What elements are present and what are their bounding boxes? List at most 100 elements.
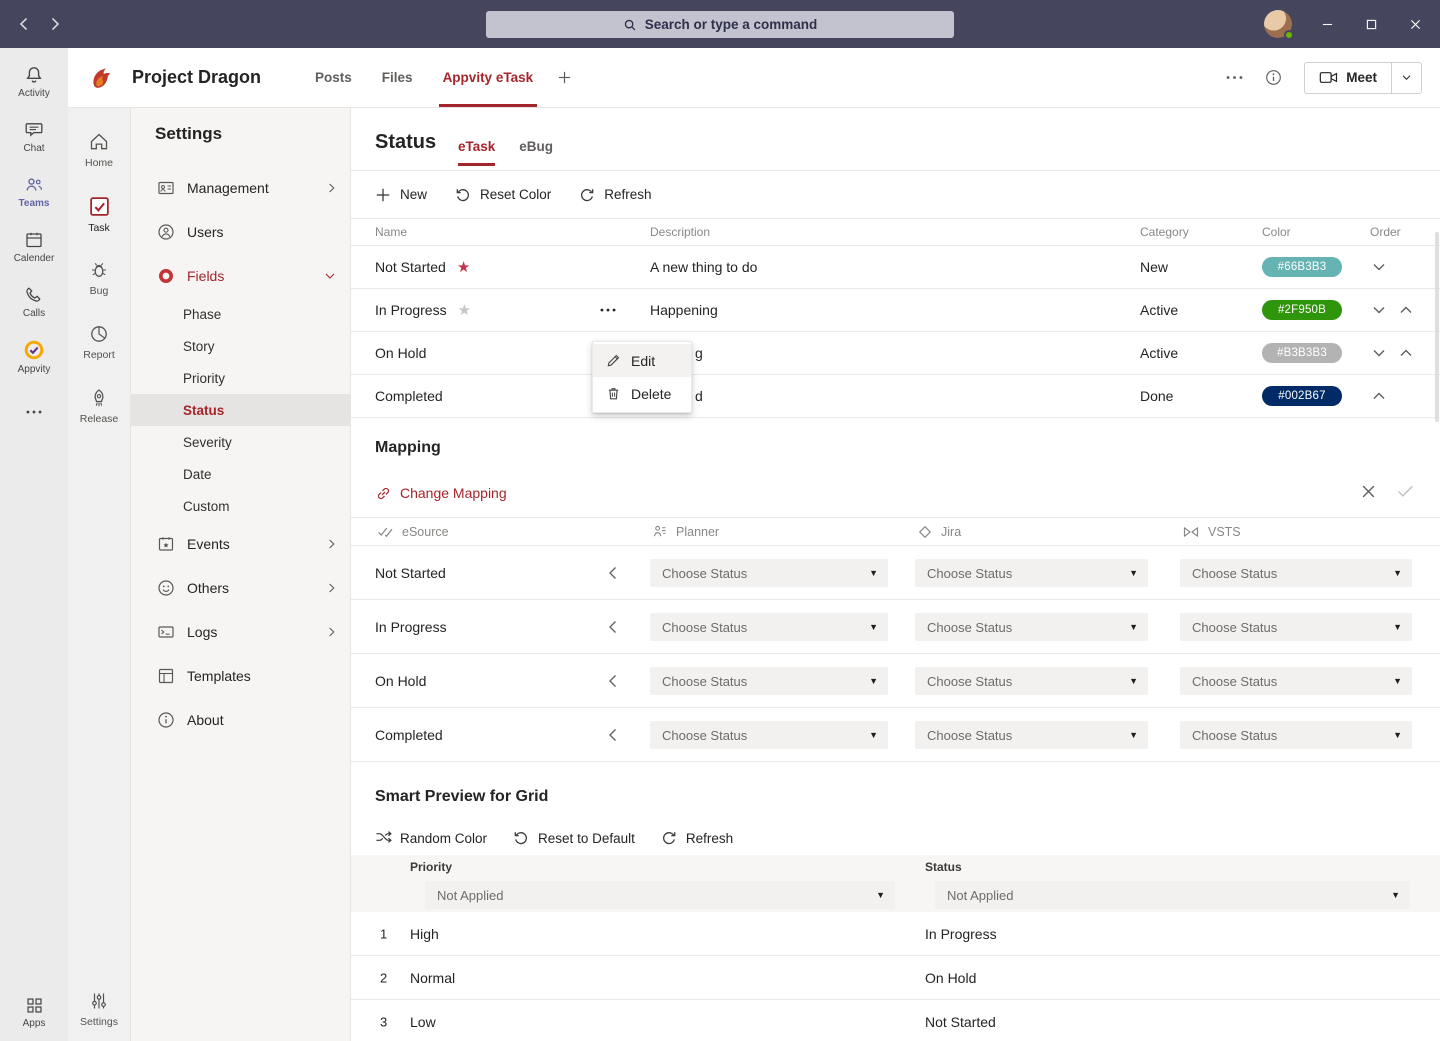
collapse-left-icon[interactable]: [608, 566, 617, 580]
module-item-task[interactable]: Task: [68, 182, 130, 246]
planner-status-dropdown[interactable]: Choose Status▼: [650, 667, 888, 695]
tab-files[interactable]: Files: [382, 48, 413, 107]
status-row-not-started[interactable]: Not Started ★ A new thing to do New #66B…: [351, 246, 1440, 289]
settings-subitem-custom[interactable]: Custom: [131, 490, 350, 522]
minimize-button[interactable]: [1318, 15, 1336, 33]
settings-subitem-date[interactable]: Date: [131, 458, 350, 490]
change-mapping-link[interactable]: Change Mapping: [375, 476, 507, 510]
user-avatar[interactable]: [1264, 10, 1292, 38]
reset-color-button[interactable]: Reset Color: [455, 187, 551, 203]
tab-etask[interactable]: eTask: [458, 108, 495, 170]
vsts-status-dropdown[interactable]: Choose Status▼: [1180, 667, 1412, 695]
rail-item-appvity[interactable]: Appvity: [0, 329, 68, 384]
rail-item-calls[interactable]: Calls: [0, 274, 68, 329]
order-up-icon[interactable]: [1399, 305, 1413, 315]
jira-status-dropdown[interactable]: Choose Status▼: [915, 559, 1148, 587]
more-options-icon[interactable]: [1226, 75, 1243, 80]
rail-item-more[interactable]: [0, 384, 68, 439]
meet-button[interactable]: Meet: [1305, 63, 1391, 93]
settings-item-others[interactable]: Others: [131, 566, 350, 610]
vsts-status-dropdown[interactable]: Choose Status▼: [1180, 559, 1412, 587]
settings-subitem-phase[interactable]: Phase: [131, 298, 350, 330]
status-row-on-hold[interactable]: On Hold g Active #B3B3B3: [351, 332, 1440, 375]
refresh-icon: [661, 830, 677, 846]
settings-subitem-status[interactable]: Status: [131, 394, 350, 426]
confirm-mapping-icon[interactable]: [1397, 484, 1415, 502]
rail-item-chat[interactable]: Chat: [0, 109, 68, 164]
module-item-release[interactable]: Release: [68, 374, 130, 438]
preview-row[interactable]: 3 Low Not Started: [351, 1000, 1440, 1041]
star-icon[interactable]: ★: [458, 303, 471, 318]
tab-posts[interactable]: Posts: [315, 48, 352, 107]
collapse-left-icon[interactable]: [608, 620, 617, 634]
settings-subitem-priority[interactable]: Priority: [131, 362, 350, 394]
status-row-completed[interactable]: Completed d Done #002B67: [351, 375, 1440, 418]
jira-status-dropdown[interactable]: Choose Status▼: [915, 721, 1148, 749]
dropdown-caret-icon: ▼: [1129, 568, 1138, 578]
priority-filter-dropdown[interactable]: Not Applied ▼: [425, 881, 895, 909]
module-item-settings[interactable]: Settings: [68, 977, 130, 1041]
jira-status-dropdown[interactable]: Choose Status▼: [915, 667, 1148, 695]
settings-item-fields[interactable]: Fields: [131, 254, 350, 298]
status-row-in-progress[interactable]: In Progress ★ Happening Active #2F950B: [351, 289, 1440, 332]
maximize-button[interactable]: [1362, 15, 1380, 33]
back-icon[interactable]: [14, 15, 32, 33]
settings-subitem-story[interactable]: Story: [131, 330, 350, 362]
preview-row[interactable]: 2 Normal On Hold: [351, 956, 1440, 1000]
scrollbar-thumb[interactable]: [1435, 232, 1439, 422]
color-pill[interactable]: #B3B3B3: [1262, 343, 1342, 363]
order-down-icon[interactable]: [1372, 348, 1386, 358]
tab-appvity-etask[interactable]: Appvity eTask: [443, 48, 534, 107]
settings-item-templates[interactable]: Templates: [131, 654, 350, 698]
jira-status-dropdown[interactable]: Choose Status▼: [915, 613, 1148, 641]
tab-ebug[interactable]: eBug: [519, 108, 553, 170]
rail-item-activity[interactable]: Activity: [0, 54, 68, 109]
info-icon[interactable]: [1265, 69, 1282, 86]
cancel-mapping-icon[interactable]: [1361, 484, 1378, 501]
order-up-icon[interactable]: [1399, 348, 1413, 358]
module-item-home[interactable]: Home: [68, 118, 130, 182]
chat-icon: [24, 120, 44, 140]
order-up-icon[interactable]: [1372, 391, 1386, 401]
collapse-left-icon[interactable]: [608, 728, 617, 742]
color-pill[interactable]: #2F950B: [1262, 300, 1342, 320]
close-button[interactable]: [1406, 15, 1424, 33]
row-more-button[interactable]: [600, 308, 616, 312]
rail-item-apps[interactable]: Apps: [0, 983, 68, 1041]
settings-item-events[interactable]: Events: [131, 522, 350, 566]
status-filter-dropdown[interactable]: Not Applied ▼: [935, 881, 1410, 909]
add-tab-button[interactable]: [557, 70, 572, 85]
rail-item-calendar[interactable]: Calender: [0, 219, 68, 274]
rail-item-teams[interactable]: Teams: [0, 164, 68, 219]
random-color-button[interactable]: Random Color: [375, 830, 487, 846]
order-down-icon[interactable]: [1372, 305, 1386, 315]
command-search-box[interactable]: Search or type a command: [486, 11, 954, 38]
collapse-left-icon[interactable]: [608, 674, 617, 688]
vsts-status-dropdown[interactable]: Choose Status▼: [1180, 613, 1412, 641]
settings-item-users[interactable]: Users: [131, 210, 350, 254]
planner-status-dropdown[interactable]: Choose Status▼: [650, 721, 888, 749]
refresh-button[interactable]: Refresh: [661, 830, 733, 846]
new-button[interactable]: New: [375, 187, 427, 203]
meet-dropdown-button[interactable]: [1391, 63, 1421, 93]
forward-icon[interactable]: [46, 15, 64, 33]
settings-item-logs[interactable]: Logs: [131, 610, 350, 654]
color-pill[interactable]: #66B3B3: [1262, 257, 1342, 277]
order-down-icon[interactable]: [1372, 262, 1386, 272]
settings-item-management[interactable]: Management: [131, 166, 350, 210]
module-item-bug[interactable]: Bug: [68, 246, 130, 310]
settings-item-about[interactable]: About: [131, 698, 350, 742]
star-icon[interactable]: ★: [457, 260, 470, 275]
planner-status-dropdown[interactable]: Choose Status▼: [650, 613, 888, 641]
settings-subitem-severity[interactable]: Severity: [131, 426, 350, 458]
planner-status-dropdown[interactable]: Choose Status▼: [650, 559, 888, 587]
module-item-report[interactable]: Report: [68, 310, 130, 374]
context-menu-edit[interactable]: Edit: [593, 344, 691, 377]
refresh-button[interactable]: Refresh: [579, 187, 651, 203]
color-pill[interactable]: #002B67: [1262, 386, 1342, 406]
vsts-status-dropdown[interactable]: Choose Status▼: [1180, 721, 1412, 749]
status-category: New: [1140, 259, 1262, 275]
context-menu-delete[interactable]: Delete: [593, 377, 691, 410]
reset-to-default-button[interactable]: Reset to Default: [513, 830, 635, 846]
preview-row[interactable]: 1 High In Progress: [351, 912, 1440, 956]
